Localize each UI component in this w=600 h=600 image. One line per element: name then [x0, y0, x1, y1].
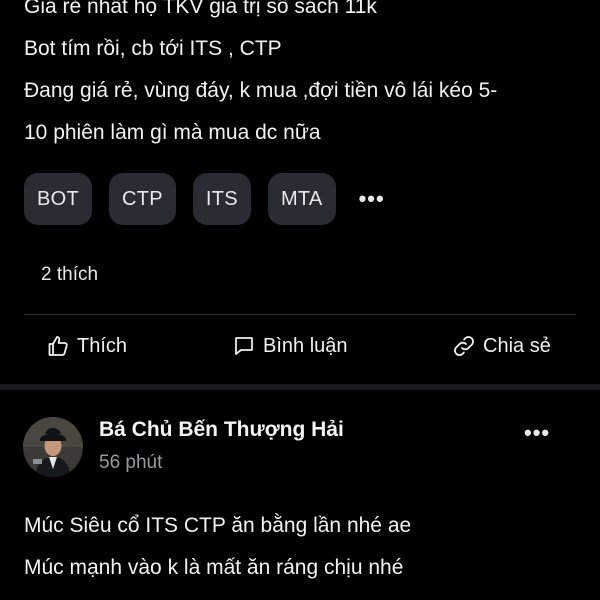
author-name[interactable]: Bá Chủ Bến Thượng Hải	[99, 418, 344, 442]
like-count[interactable]: 2 thích	[41, 264, 98, 286]
ticker-tags: BOT CTP ITS MTA •••	[24, 173, 385, 225]
post-line: Đang giá rẻ, vùng đáy, k mua ,đợi tiền v…	[24, 79, 498, 102]
comment-label: Bình luận	[263, 334, 348, 357]
tag-mta[interactable]: MTA	[267, 173, 336, 225]
post-time: 56 phút	[99, 452, 163, 473]
post-line: Bot tím rồi, cb tới ITS , CTP	[24, 37, 282, 60]
share-button[interactable]: Chia sẻ	[452, 334, 551, 358]
post-line: Giá rẻ nhất họ TKV giá trị sổ sách 11k	[24, 0, 377, 18]
speech-bubble-icon	[232, 334, 256, 358]
comment-button[interactable]: Bình luận	[232, 334, 348, 358]
post-body: Giá rẻ nhất họ TKV giá trị sổ sách 11k B…	[24, 0, 584, 154]
share-label: Chia sẻ	[483, 334, 551, 357]
post-line: Múc mạnh vào k là mất ăn ráng chịu nhé	[24, 556, 404, 579]
post-actions: Thích Bình luận Chia sẻ	[0, 334, 600, 366]
post-line: 10 phiên làm gì mà mua dc nữa	[24, 121, 321, 144]
tag-bot[interactable]: BOT	[24, 173, 93, 225]
post-line: Múc Siêu cổ ITS CTP ăn bằng lần nhé ae	[24, 514, 412, 537]
feed-screen: Giá rẻ nhất họ TKV giá trị sổ sách 11k B…	[0, 0, 600, 600]
avatar[interactable]	[23, 417, 83, 477]
post-options-button[interactable]: •••	[524, 420, 550, 446]
thumbs-up-icon	[46, 334, 70, 358]
tag-its[interactable]: ITS	[192, 173, 251, 225]
link-icon	[452, 334, 476, 358]
tag-ctp[interactable]: CTP	[109, 173, 176, 225]
divider	[24, 314, 576, 315]
post-separator	[0, 384, 600, 390]
more-tags-button[interactable]: •••	[359, 188, 385, 210]
post-body: Múc Siêu cổ ITS CTP ăn bằng lần nhé ae M…	[24, 505, 584, 589]
like-button[interactable]: Thích	[46, 334, 127, 358]
like-label: Thích	[77, 334, 128, 357]
